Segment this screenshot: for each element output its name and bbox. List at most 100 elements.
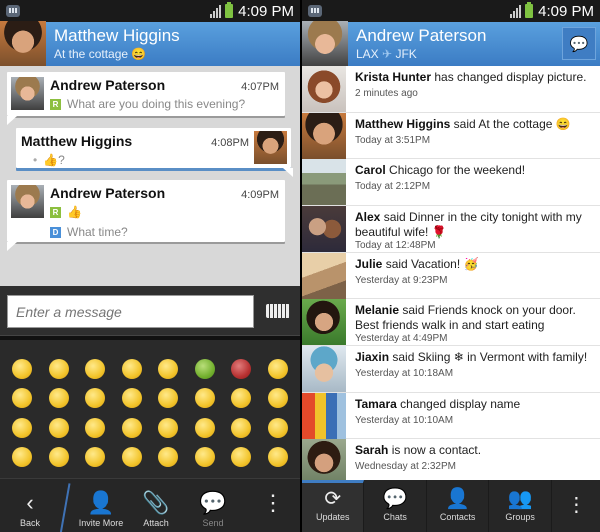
updates-screen: 4:09 PM Andrew Paterson LAX ✈ JFK 💬 Kris… [302, 0, 600, 532]
update-time: Today at 3:51PM [355, 134, 431, 146]
compose-bar [0, 286, 300, 336]
new-chat-button[interactable]: 💬 [562, 27, 596, 60]
emoji-shy[interactable] [150, 413, 187, 443]
message-bubble[interactable]: Andrew Paterson R 👍 D What time? 4:09PM [7, 180, 285, 251]
update-avatar [302, 439, 346, 485]
update-item[interactable]: Krista Hunter has changed display pictur… [302, 66, 600, 113]
contact-icon: 👤 [445, 488, 471, 510]
emoji-skeptical[interactable] [114, 413, 151, 443]
meh-emoji-icon [121, 447, 142, 468]
grin-emoji-icon [12, 417, 33, 438]
smirk-emoji-icon [121, 388, 142, 409]
emoji-rolleyes[interactable] [150, 384, 187, 414]
wave-emoji-icon [48, 417, 69, 438]
emoji-laugh[interactable] [41, 354, 78, 384]
emoji-party[interactable] [41, 443, 78, 473]
read-status-icon: R [50, 98, 61, 110]
battery-icon [525, 2, 534, 18]
message-time: 4:07PM [241, 81, 279, 93]
update-contact-name: Melanie [355, 303, 400, 317]
emoji-sick[interactable] [187, 354, 224, 384]
update-item[interactable]: Jiaxin said Skiing ❄ in Vermont with fam… [302, 346, 600, 393]
emoji-surprised[interactable] [260, 354, 297, 384]
update-item[interactable]: Melanie said Friends knock on your door.… [302, 299, 600, 346]
emoji-cry[interactable] [187, 443, 224, 473]
invite-more-button[interactable]: 👤 Invite More [74, 490, 128, 528]
emoji-grin[interactable] [4, 413, 41, 443]
emoji-tongue[interactable] [77, 354, 114, 384]
update-time: Today at 12:48PM [355, 239, 436, 251]
sender-avatar [11, 185, 44, 218]
update-contact-name: Jiaxin [355, 350, 390, 364]
more-vertical-icon: ⋮ [566, 494, 587, 516]
kiss-emoji-icon [85, 447, 106, 468]
profile-header[interactable]: Andrew Paterson LAX ✈ JFK 💬 [302, 21, 600, 67]
back-button[interactable]: ‹ Back [12, 490, 48, 528]
emoji-blush[interactable] [223, 384, 260, 414]
chat-header[interactable]: Matthew Higgins At the cottage 😄 [0, 21, 300, 67]
emoji-wave[interactable] [41, 413, 78, 443]
emoji-love[interactable] [77, 413, 114, 443]
chat-screen: 4:09 PM Matthew Higgins At the cottage 😄… [0, 0, 300, 532]
emoji-picker [0, 348, 300, 478]
emoji-hug[interactable] [41, 384, 78, 414]
keyboard-icon[interactable] [266, 304, 290, 318]
emoji-happy[interactable] [4, 384, 41, 414]
coffee-emoji-icon [267, 388, 288, 409]
emoji-smirk[interactable] [114, 384, 151, 414]
message-input[interactable] [7, 295, 254, 328]
emoji-angry[interactable] [223, 354, 260, 384]
update-contact-name: Tamara [355, 396, 397, 411]
blush-emoji-icon [231, 388, 252, 409]
emoji-black-eye[interactable] [187, 384, 224, 414]
group-icon: 👥 [507, 488, 533, 510]
message-bubble[interactable]: Matthew Higgins • 👍? 4:08PM [16, 128, 293, 177]
rolleyes-emoji-icon [158, 388, 179, 409]
emoji-thinking[interactable] [150, 354, 187, 384]
update-message: Chicago for the weekend! [385, 163, 526, 177]
emoji-yawn[interactable] [260, 413, 297, 443]
message-bubble[interactable]: Andrew Paterson R What are you doing this… [7, 72, 285, 125]
emoji-meh[interactable] [114, 443, 151, 473]
my-avatar[interactable] [302, 21, 348, 67]
update-item[interactable]: Matthew Higgins said At the cottage 😄 Tod… [302, 112, 600, 159]
attach-button[interactable]: 📎 Attach [138, 490, 174, 528]
refresh-icon: ⟳ [324, 488, 342, 510]
emoji-confused-question[interactable] [223, 443, 260, 473]
update-item[interactable]: Carol Chicago for the weekend! Today at 2… [302, 159, 600, 206]
signal-icon [510, 4, 522, 18]
message-text: 👍 [67, 205, 82, 219]
send-button[interactable]: 💬 Send [195, 490, 231, 528]
emoji-confused[interactable] [150, 443, 187, 473]
update-time: Yesterday at 10:18AM [355, 368, 454, 379]
tab-groups[interactable]: 👥 Groups [489, 480, 552, 532]
emoji-wonder[interactable] [77, 384, 114, 414]
update-item[interactable]: Julie said Vacation! 🥳 Yesterday at 9:23P… [302, 252, 600, 299]
emoji-dizzy[interactable] [223, 413, 260, 443]
tab-chats[interactable]: 💬 Chats [364, 480, 427, 532]
contact-avatar[interactable] [0, 21, 46, 67]
overflow-menu-button[interactable]: ⋮ [262, 490, 284, 518]
tab-updates[interactable]: ⟳ Updates [302, 480, 365, 532]
divider [59, 483, 71, 532]
update-text: Matthew Higgins said At the cottage 😄 [355, 117, 600, 132]
emoji-sad[interactable] [187, 413, 224, 443]
tab-contacts[interactable]: 👤 Contacts [427, 480, 490, 532]
message-time: 4:09PM [241, 189, 279, 201]
overflow-menu-button[interactable]: ⋮ [552, 480, 600, 532]
update-message: is now a contact. [388, 443, 482, 457]
emoji-neutral[interactable] [114, 354, 151, 384]
emoji-kiss[interactable] [77, 443, 114, 473]
message-list[interactable]: Andrew Paterson R What are you doing this… [0, 66, 300, 286]
update-item[interactable]: Alex said Dinner in the city tonight wit… [302, 205, 600, 253]
message-time: 4:08PM [211, 137, 249, 149]
update-item[interactable]: Tamara changed display name Yesterday at … [302, 392, 600, 439]
update-item[interactable]: Sarah is now a contact. Wednesday at 2:32… [302, 439, 600, 486]
emoji-big-grin[interactable] [4, 443, 41, 473]
update-message: changed display name [396, 396, 521, 411]
updates-list[interactable]: Krista Hunter has changed display pictur… [302, 66, 600, 486]
emoji-dead[interactable] [260, 443, 297, 473]
emoji-coffee[interactable] [260, 384, 297, 414]
emoji-smile[interactable] [4, 354, 41, 384]
status-bar: 4:09 PM [302, 0, 600, 22]
